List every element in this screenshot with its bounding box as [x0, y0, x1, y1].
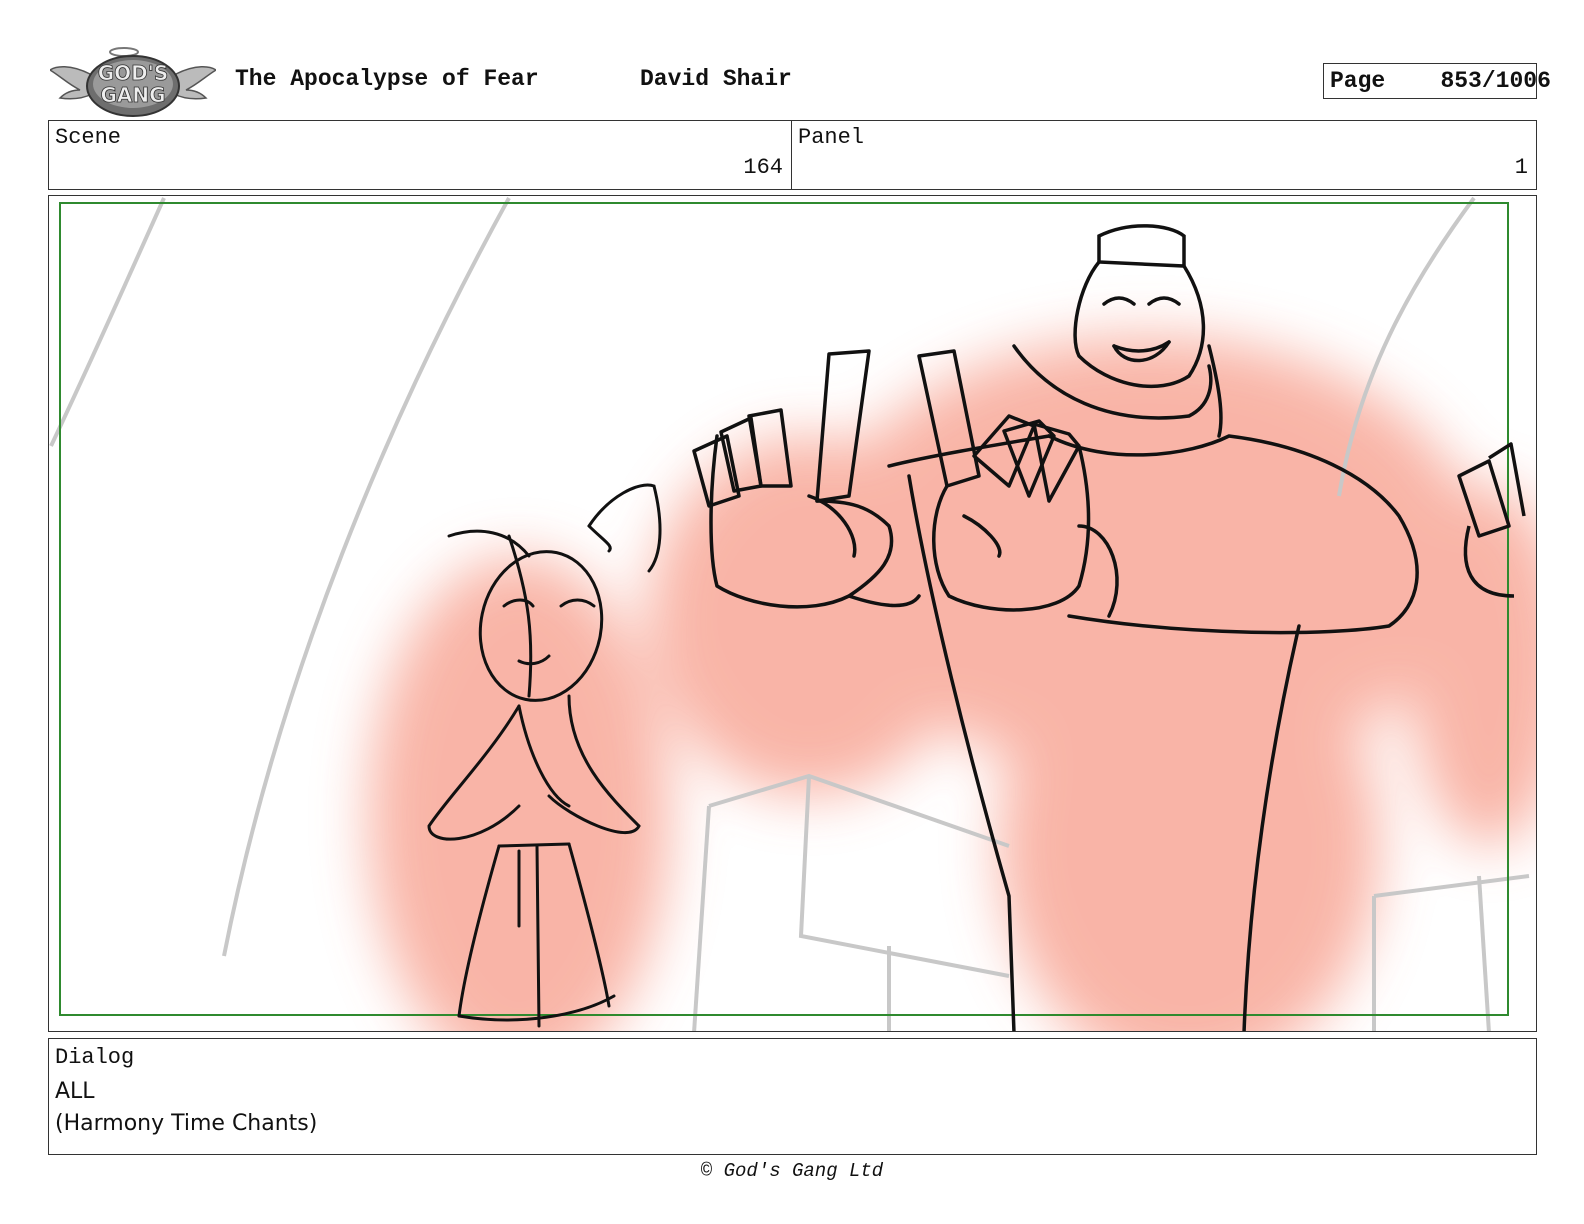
page-label: Page	[1330, 68, 1386, 94]
svg-text:GANG: GANG	[100, 83, 165, 107]
dialog-speaker: ALL	[55, 1079, 95, 1104]
page-indicator: Page 853/1006	[1323, 63, 1551, 99]
scene-label: Scene	[55, 125, 122, 150]
panel-cell: Panel 1	[792, 121, 1536, 189]
panel-number: 1	[1514, 155, 1528, 180]
copyright-footer: © God's Gang Ltd	[700, 1160, 884, 1182]
storyboard-frame	[48, 195, 1537, 1032]
dialog-line: (Harmony Time Chants)	[55, 1111, 318, 1136]
scene-cell: Scene 164	[49, 121, 792, 189]
dialog-label: Dialog	[55, 1045, 135, 1070]
gods-gang-logo: GOD'S GANG	[48, 46, 218, 118]
scene-number: 164	[743, 155, 783, 180]
page-separator	[1399, 68, 1427, 94]
page-value: 853/1006	[1440, 68, 1551, 94]
project-title: The Apocalypse of Fear	[235, 66, 539, 92]
panel-label: Panel	[798, 125, 865, 150]
author-name: David Shair	[640, 66, 792, 92]
dialog-box: Dialog ALL (Harmony Time Chants)	[48, 1038, 1537, 1155]
scene-panel-info: Scene 164 Panel 1	[48, 120, 1537, 190]
svg-text:GOD'S: GOD'S	[98, 61, 169, 85]
storyboard-sketch	[49, 196, 1536, 1031]
